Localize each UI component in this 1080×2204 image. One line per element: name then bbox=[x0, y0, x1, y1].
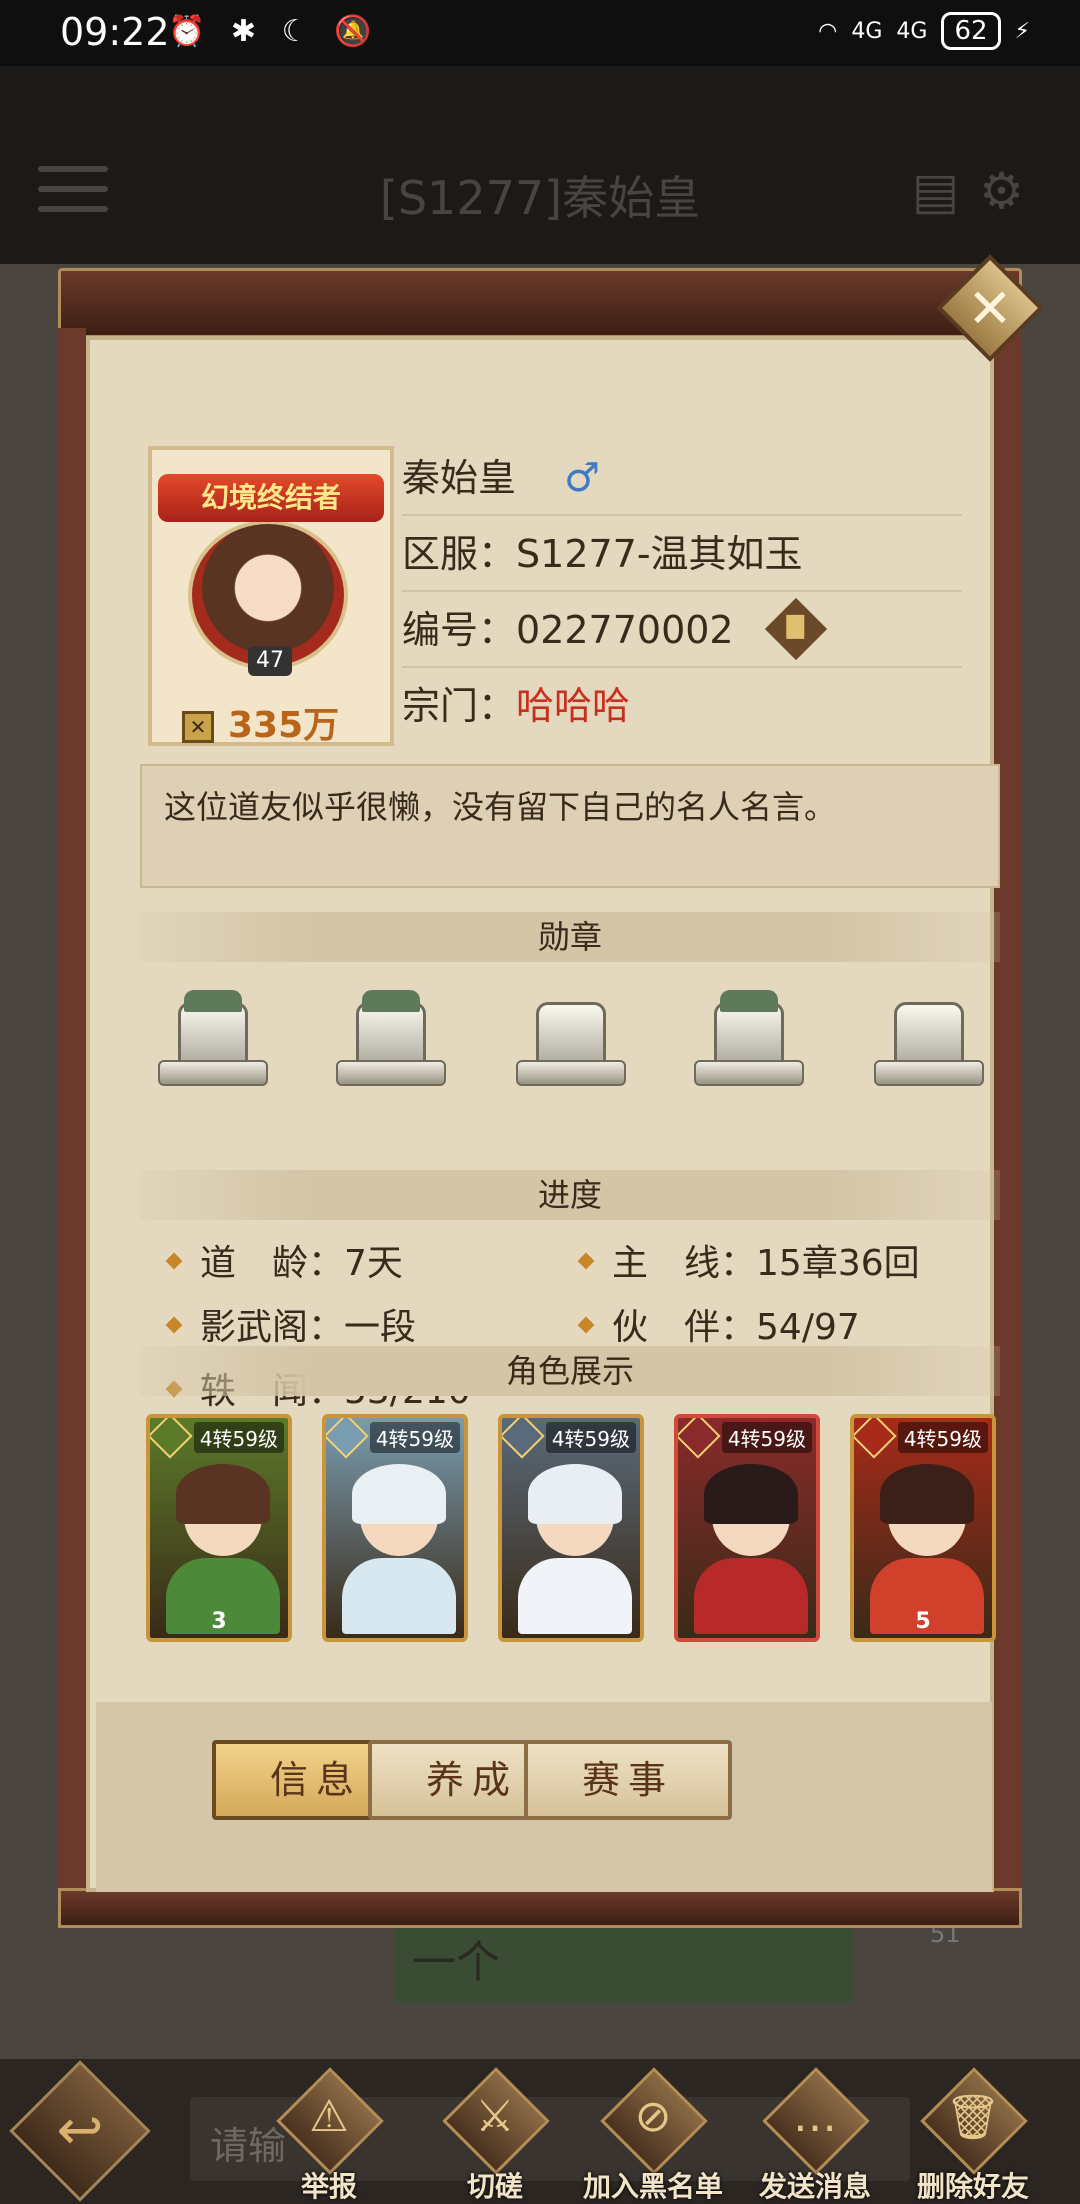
close-icon: ✕ bbox=[967, 276, 1013, 340]
role-stars: 3 bbox=[211, 1609, 227, 1634]
duel-button[interactable]: ⚔ 切磋 bbox=[420, 2067, 570, 2203]
dialog-frame-top bbox=[58, 268, 1022, 338]
element-icon bbox=[678, 1418, 721, 1459]
server-row: 区服：S1277-温其如玉 bbox=[402, 516, 962, 592]
id-row: 编号：022770002 bbox=[402, 592, 962, 668]
medal-dragon-icon[interactable] bbox=[326, 990, 456, 1110]
role-card[interactable]: 4转59级 3 bbox=[146, 1414, 292, 1642]
role-card[interactable]: 4转59级 bbox=[498, 1414, 644, 1642]
gear-icon[interactable]: ⚙ bbox=[979, 162, 1044, 220]
role-hair bbox=[880, 1464, 974, 1524]
role-level: 4转59级 bbox=[721, 1422, 812, 1453]
role-robe bbox=[694, 1558, 808, 1634]
back-arrow-icon: ↩ bbox=[56, 2098, 104, 2163]
power-value: 335万 bbox=[228, 705, 340, 746]
chat-icon: … bbox=[793, 2091, 837, 2142]
signal-4g-2: 4G bbox=[896, 18, 928, 44]
status-bar: 09:22 ⏰ ✱ ☾ 🔕 ◠ 4G 4G 62 ⚡ bbox=[0, 0, 1080, 66]
status-time: 09:22 bbox=[60, 10, 170, 54]
card-icon[interactable]: ▤ bbox=[912, 162, 979, 220]
section-roles-title: 角色展示 bbox=[140, 1346, 1000, 1396]
motto-box: 这位道友似乎很懒，没有留下自己的名人名言。 bbox=[140, 764, 1000, 888]
copy-icon[interactable] bbox=[764, 597, 827, 660]
status-right: ◠ 4G 4G 62 ⚡ bbox=[818, 12, 1030, 50]
player-name: 秦始皇 bbox=[402, 456, 517, 500]
chat-header: [S1277]秦始皇 ▤⚙ bbox=[0, 66, 1080, 264]
server-label: 区服： bbox=[402, 532, 517, 576]
element-icon bbox=[502, 1418, 545, 1459]
tab-events[interactable]: 赛事 bbox=[524, 1740, 732, 1820]
role-card[interactable]: 4转59级 bbox=[674, 1414, 820, 1642]
medal-list bbox=[148, 990, 998, 1120]
element-icon bbox=[150, 1418, 193, 1459]
back-button[interactable]: ↩ bbox=[9, 2060, 151, 2202]
role-level: 4转59级 bbox=[897, 1422, 988, 1453]
power-icon: ✕ bbox=[182, 711, 214, 743]
sect-value[interactable]: 哈哈哈 bbox=[516, 684, 630, 728]
power-display: ✕ 335万 bbox=[182, 696, 339, 748]
medal-beast-icon[interactable] bbox=[684, 990, 814, 1110]
crossed-swords-icon: ⚔ bbox=[475, 2091, 515, 2142]
role-card[interactable]: 4转59级 5 bbox=[850, 1414, 996, 1642]
role-level: 4转59级 bbox=[369, 1422, 460, 1453]
gender-male-icon: ♂ bbox=[564, 455, 600, 501]
section-progress-title: 进度 bbox=[140, 1170, 1000, 1220]
report-button[interactable]: ⚠ 举报 bbox=[254, 2067, 404, 2203]
warning-icon: ⚠ bbox=[309, 2091, 349, 2142]
stat-age: 道 龄：7天 bbox=[165, 1234, 403, 1286]
battery-indicator: 62 bbox=[941, 12, 1001, 50]
action-bar: 请输 ↩ ⚠ 举报 ⚔ 切磋 ⊘ 加入黑名单 … 发送消息 🗑 删除好友 bbox=[0, 2059, 1080, 2204]
medal-frame-icon[interactable] bbox=[864, 990, 994, 1110]
server-value: S1277-温其如玉 bbox=[516, 532, 803, 576]
stat-partners: 伙 伴：54/97 bbox=[577, 1298, 860, 1350]
dialog-frame-left bbox=[58, 328, 86, 1898]
name-row: 秦始皇 ♂ bbox=[402, 440, 962, 516]
avatar-title-banner: 幻境终结者 bbox=[158, 474, 384, 522]
send-message-button[interactable]: … 发送消息 bbox=[740, 2067, 890, 2203]
role-robe bbox=[518, 1558, 632, 1634]
charging-icon: ⚡ bbox=[1014, 18, 1030, 44]
role-hair bbox=[704, 1464, 798, 1524]
avatar-level: 47 bbox=[248, 646, 292, 676]
role-card[interactable]: 4转59级 bbox=[322, 1414, 468, 1642]
role-robe bbox=[342, 1558, 456, 1634]
stat-shadow-pavilion: 影武阁：一段 bbox=[165, 1298, 416, 1350]
section-medals-title: 勋章 bbox=[140, 912, 1000, 962]
medal-tower-icon[interactable] bbox=[148, 990, 278, 1110]
avatar-card[interactable]: 幻境终结者 47 ✕ 335万 bbox=[148, 446, 394, 746]
id-label: 编号： bbox=[402, 608, 517, 652]
role-level: 4转59级 bbox=[193, 1422, 284, 1453]
medal-shrine-icon[interactable] bbox=[506, 990, 636, 1110]
header-icons: ▤⚙ bbox=[912, 162, 1044, 220]
dialog-frame-bottom bbox=[58, 1888, 1022, 1928]
sect-label: 宗门： bbox=[402, 684, 517, 728]
delete-friend-button[interactable]: 🗑 删除好友 bbox=[898, 2067, 1048, 2203]
player-info: 秦始皇 ♂ 区服：S1277-温其如玉 编号：022770002 宗门：哈哈哈 bbox=[402, 440, 962, 744]
element-icon bbox=[326, 1418, 369, 1459]
element-icon bbox=[854, 1418, 897, 1459]
dialog-panel: 幻境终结者 47 ✕ 335万 秦始皇 ♂ 区服：S1277-温其如玉 编号：02… bbox=[86, 336, 1000, 1892]
trash-icon: 🗑 bbox=[945, 2092, 1001, 2143]
role-showcase: 4转59级 3 4转59级 4转59级 4转59级 4转59级 5 bbox=[146, 1414, 1006, 1644]
role-hair bbox=[352, 1464, 446, 1524]
player-info-dialog: 幻境终结者 47 ✕ 335万 秦始皇 ♂ 区服：S1277-温其如玉 编号：02… bbox=[58, 254, 1044, 1928]
blacklist-button[interactable]: ⊘ 加入黑名单 bbox=[578, 2067, 728, 2203]
status-icons: ⏰ ✱ ☾ 🔕 bbox=[168, 14, 380, 49]
sect-row: 宗门：哈哈哈 bbox=[402, 668, 962, 744]
signal-4g-1: 4G bbox=[851, 18, 883, 44]
wifi-icon: ◠ bbox=[818, 18, 838, 44]
role-hair bbox=[528, 1464, 622, 1524]
dialog-frame-right bbox=[994, 328, 1022, 1898]
stat-main-story: 主 线：15章36回 bbox=[577, 1234, 920, 1286]
role-level: 4转59级 bbox=[545, 1422, 636, 1453]
role-hair bbox=[176, 1464, 270, 1524]
role-stars: 5 bbox=[915, 1609, 931, 1634]
id-value: 022770002 bbox=[516, 608, 734, 652]
ban-icon: ⊘ bbox=[634, 2091, 672, 2142]
